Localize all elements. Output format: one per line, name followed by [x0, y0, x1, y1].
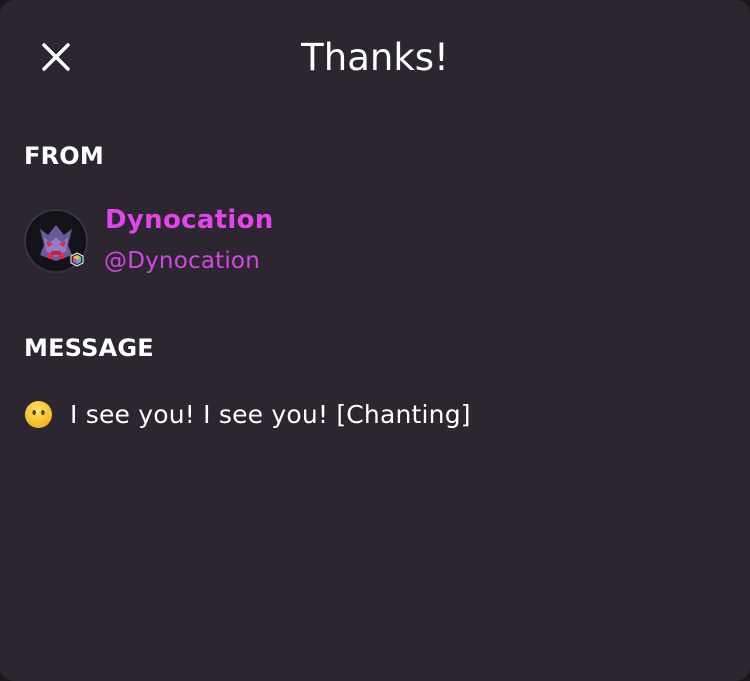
message-row: I see you! I see you! [Chanting]	[24, 400, 471, 429]
message-label: MESSAGE	[24, 334, 154, 362]
avatar[interactable]	[24, 209, 88, 273]
thanks-modal: Thanks! FROM Dynocation @Dynocation MESS…	[0, 0, 750, 681]
sender-display-name[interactable]: Dynocation	[105, 205, 274, 235]
modal-title: Thanks!	[301, 36, 449, 79]
message-text: I see you! I see you! [Chanting]	[70, 400, 471, 429]
from-label: FROM	[24, 142, 104, 170]
badge-icon	[70, 252, 84, 267]
avatar-image	[28, 213, 84, 269]
sender-handle[interactable]: @Dynocation	[104, 248, 260, 274]
no-mouth-face-icon	[24, 400, 53, 429]
